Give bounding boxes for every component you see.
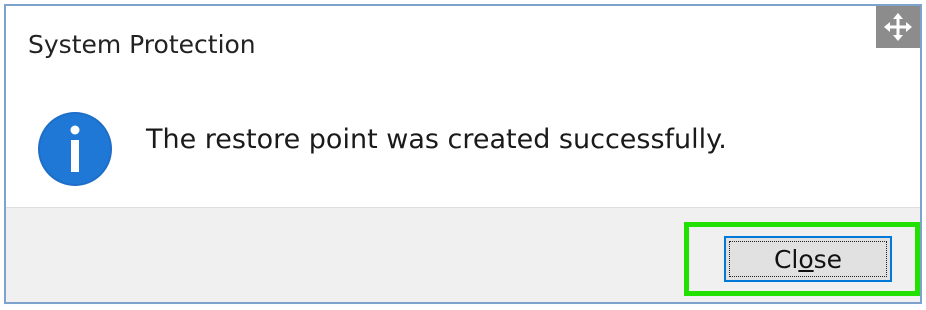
- dialog-footer: Close: [6, 207, 920, 302]
- dialog-message: The restore point was created successful…: [146, 124, 727, 155]
- close-button-label: Close: [773, 244, 843, 274]
- dialog-title: System Protection: [28, 30, 256, 59]
- info-icon: [36, 110, 114, 188]
- dialog-titlebar[interactable]: System Protection: [6, 6, 920, 86]
- move-icon[interactable]: [876, 6, 920, 48]
- dialog-content: The restore point was created successful…: [6, 86, 920, 210]
- close-button[interactable]: Close: [724, 236, 892, 282]
- system-protection-dialog: System Protection The restore point was …: [4, 4, 922, 304]
